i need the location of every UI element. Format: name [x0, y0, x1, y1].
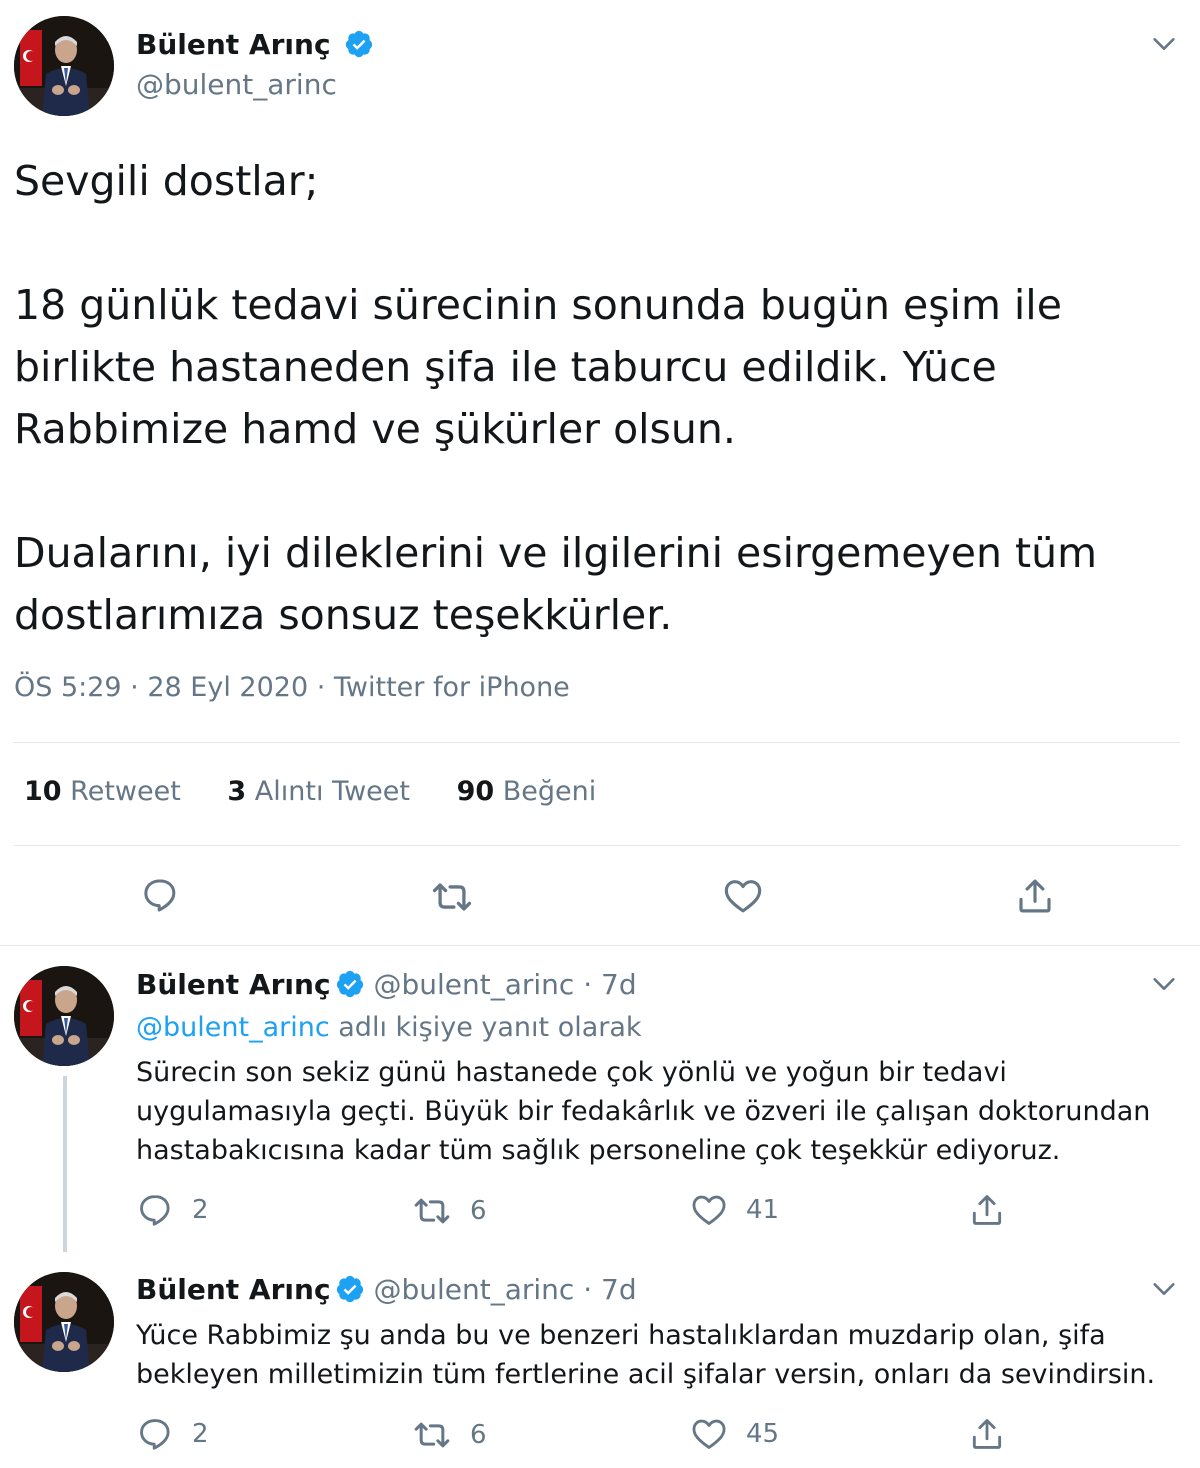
verified-badge-icon — [335, 1274, 365, 1304]
reply-count: 2 — [192, 1195, 209, 1225]
like-count: 41 — [746, 1195, 780, 1225]
avatar-image — [14, 16, 114, 116]
speech-bubble-icon — [140, 875, 180, 915]
reply-button[interactable]: 2 — [136, 1415, 209, 1453]
share-upload-icon — [1014, 875, 1056, 917]
like-button[interactable]: 45 — [690, 1415, 779, 1453]
divider — [14, 845, 1180, 846]
replying-to-link[interactable]: @bulent_arinc — [136, 1012, 330, 1043]
retweet-stat[interactable]: 10 Retweet — [24, 776, 181, 807]
heart-icon — [722, 875, 764, 917]
chevron-down-icon[interactable] — [1150, 1275, 1178, 1303]
tweet-text: Sevgili dostlar; 18 günlük tedavi süreci… — [14, 150, 1184, 646]
thread-connector — [63, 1076, 67, 1252]
verified-badge-icon — [335, 969, 365, 999]
retweet-count: 6 — [470, 1420, 487, 1450]
divider — [0, 945, 1200, 946]
reply-text: Yüce Rabbimiz şu anda bu ve benzeri hast… — [136, 1320, 1156, 1390]
avatar[interactable] — [14, 966, 114, 1066]
like-stat[interactable]: 90 Beğeni — [457, 776, 597, 807]
chevron-down-icon[interactable] — [1150, 970, 1178, 998]
chevron-down-icon[interactable] — [1150, 30, 1178, 58]
verified-badge-icon — [344, 29, 374, 59]
share-button[interactable] — [968, 1191, 1006, 1229]
heart-icon — [690, 1191, 728, 1229]
tweet-timestamp[interactable]: ÖS 5:29 · 28 Eyl 2020 · Twitter for iPho… — [14, 672, 570, 703]
share-button[interactable] — [1014, 875, 1056, 917]
divider — [14, 742, 1180, 743]
reply-header: Bülent Arınç @bulent_arinc · 7d — [136, 968, 637, 1001]
like-button[interactable] — [722, 875, 764, 917]
like-button[interactable]: 41 — [690, 1191, 779, 1229]
reply-count: 2 — [192, 1419, 209, 1449]
share-button[interactable] — [968, 1415, 1006, 1453]
retweet-button[interactable] — [430, 875, 474, 919]
reply-text: Sürecin son sekiz günü hastanede çok yön… — [136, 1057, 1151, 1166]
tweet-paragraph: Dualarını, iyi dileklerini ve ilgilerini… — [14, 529, 1098, 639]
author-handle[interactable]: @bulent_arinc — [136, 68, 337, 101]
author-handle[interactable]: @bulent_arinc — [373, 1273, 574, 1306]
speech-bubble-icon — [136, 1415, 174, 1453]
avatar-image — [14, 1272, 114, 1372]
author-handle[interactable]: @bulent_arinc — [373, 968, 574, 1001]
avatar[interactable] — [14, 1272, 114, 1372]
tweet-paragraph: 18 günlük tedavi sürecinin sonunda bugün… — [14, 281, 1062, 453]
tweet-stats: 10 Retweet 3 Alıntı Tweet 90 Beğeni — [24, 776, 634, 807]
heart-icon — [690, 1415, 728, 1453]
reply-button[interactable] — [140, 875, 180, 915]
retweet-arrows-icon — [412, 1191, 452, 1231]
retweet-button[interactable]: 6 — [412, 1415, 487, 1455]
avatar-image — [14, 966, 114, 1066]
retweet-arrows-icon — [412, 1415, 452, 1455]
share-upload-icon — [968, 1191, 1006, 1229]
quote-stat[interactable]: 3 Alıntı Tweet — [227, 776, 410, 807]
reply-button[interactable]: 2 — [136, 1191, 209, 1229]
retweet-arrows-icon — [430, 875, 474, 919]
author-name-text: Bülent Arınç — [136, 28, 331, 61]
tweet-time[interactable]: · 7d — [583, 1273, 636, 1306]
tweet-paragraph: Sevgili dostlar; — [14, 157, 319, 205]
like-count: 45 — [746, 1419, 780, 1449]
avatar[interactable] — [14, 16, 114, 116]
replying-to: @bulent_arinc adlı kişiye yanıt olarak — [136, 1012, 642, 1043]
reply-header: Bülent Arınç @bulent_arinc · 7d — [136, 1273, 637, 1306]
author-name[interactable]: Bülent Arınç — [136, 968, 331, 1001]
replying-to-suffix: adlı kişiye yanıt olarak — [338, 1012, 642, 1043]
author-name[interactable]: Bülent Arınç — [136, 28, 374, 61]
retweet-button[interactable]: 6 — [412, 1191, 487, 1231]
share-upload-icon — [968, 1415, 1006, 1453]
author-name[interactable]: Bülent Arınç — [136, 1273, 331, 1306]
retweet-count: 6 — [470, 1196, 487, 1226]
tweet-time[interactable]: · 7d — [583, 968, 636, 1001]
speech-bubble-icon — [136, 1191, 174, 1229]
